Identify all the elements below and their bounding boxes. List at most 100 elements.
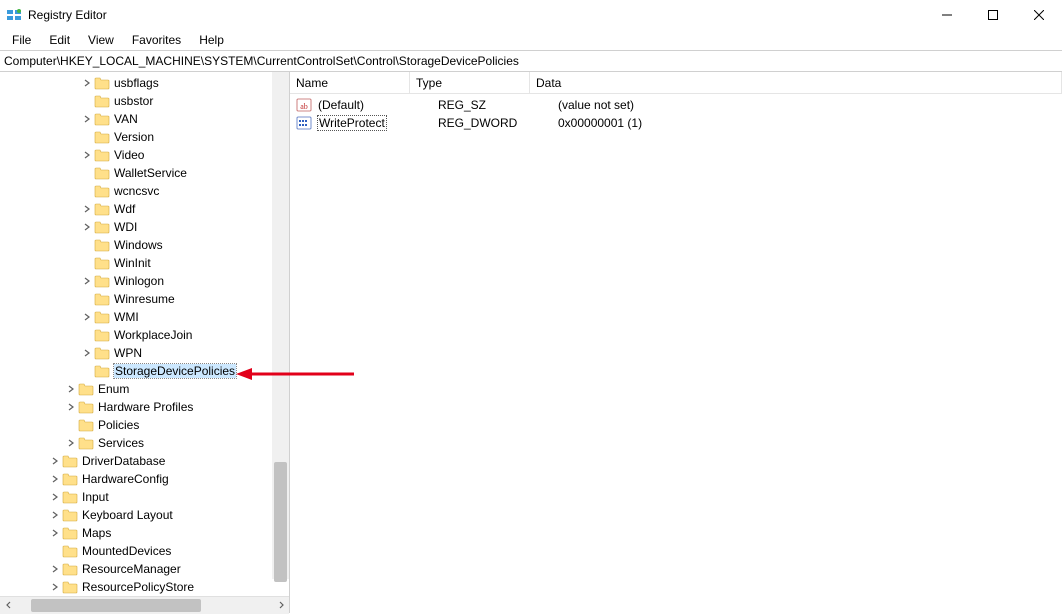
- chevron-right-icon[interactable]: [48, 457, 62, 465]
- chevron-right-icon[interactable]: [80, 223, 94, 231]
- tree-item-label: Enum: [98, 382, 129, 396]
- tree-item[interactable]: usbflags: [0, 74, 289, 92]
- value-row[interactable]: WriteProtectREG_DWORD0x00000001 (1): [290, 114, 1062, 132]
- tree-item[interactable]: ResourceManager: [0, 560, 289, 578]
- tree-item[interactable]: HardwareConfig: [0, 470, 289, 488]
- tree-item[interactable]: ResourcePolicyStore: [0, 578, 289, 596]
- tree-item[interactable]: WPN: [0, 344, 289, 362]
- menu-bar: File Edit View Favorites Help: [0, 30, 1062, 50]
- chevron-right-icon[interactable]: [80, 205, 94, 213]
- tree-item-label: usbstor: [114, 94, 153, 108]
- chevron-right-icon[interactable]: [64, 403, 78, 411]
- chevron-right-icon[interactable]: [48, 511, 62, 519]
- string-value-icon: ab: [296, 97, 312, 113]
- value-row[interactable]: ab (Default) REG_SZ(value not set): [290, 96, 1062, 114]
- scroll-right-button[interactable]: [272, 597, 289, 614]
- tree-item[interactable]: VAN: [0, 110, 289, 128]
- chevron-right-icon[interactable]: [64, 439, 78, 447]
- tree-item-label: DriverDatabase: [82, 454, 165, 468]
- svg-text:ab: ab: [300, 102, 308, 111]
- value-type: REG_SZ: [432, 98, 552, 112]
- chevron-right-icon[interactable]: [48, 583, 62, 591]
- column-header-type[interactable]: Type: [410, 72, 530, 93]
- scroll-left-button[interactable]: [0, 597, 17, 614]
- tree-item-label: Version: [114, 130, 154, 144]
- tree-item[interactable]: Winlogon: [0, 272, 289, 290]
- tree-item-label: Wdf: [114, 202, 135, 216]
- tree-item-label: WDI: [114, 220, 137, 234]
- chevron-right-icon[interactable]: [80, 277, 94, 285]
- regedit-icon: [6, 7, 22, 23]
- chevron-right-icon[interactable]: [64, 385, 78, 393]
- chevron-right-icon[interactable]: [48, 529, 62, 537]
- tree-item[interactable]: StorageDevicePolicies: [0, 362, 289, 380]
- tree-item[interactable]: WMI: [0, 308, 289, 326]
- menu-help[interactable]: Help: [191, 31, 232, 49]
- column-header-data[interactable]: Data: [530, 72, 1062, 93]
- tree-item[interactable]: WinInit: [0, 254, 289, 272]
- column-header-name[interactable]: Name: [290, 72, 410, 93]
- chevron-right-icon[interactable]: [48, 565, 62, 573]
- maximize-button[interactable]: [970, 0, 1016, 30]
- tree-item[interactable]: WorkplaceJoin: [0, 326, 289, 344]
- binary-value-icon: [296, 115, 312, 131]
- chevron-right-icon[interactable]: [80, 115, 94, 123]
- chevron-right-icon[interactable]: [80, 151, 94, 159]
- tree-item[interactable]: Video: [0, 146, 289, 164]
- menu-file[interactable]: File: [4, 31, 39, 49]
- value-name: (Default): [318, 98, 364, 112]
- scrollbar-thumb[interactable]: [31, 599, 201, 612]
- tree-item[interactable]: WDI: [0, 218, 289, 236]
- tree-item-label: Windows: [114, 238, 163, 252]
- tree-item[interactable]: Services: [0, 434, 289, 452]
- tree-item[interactable]: Hardware Profiles: [0, 398, 289, 416]
- tree-panel: usbflags usbstor VAN Version VideoWalletServ…: [0, 72, 290, 613]
- values-header: Name Type Data: [290, 72, 1062, 94]
- address-path: Computer\HKEY_LOCAL_MACHINE\SYSTEM\Curre…: [4, 54, 519, 68]
- chevron-right-icon[interactable]: [80, 79, 94, 87]
- tree-item-label: VAN: [114, 112, 138, 126]
- tree-item-label: Keyboard Layout: [82, 508, 173, 522]
- window-controls: [924, 0, 1062, 30]
- tree-item[interactable]: Input: [0, 488, 289, 506]
- scrollbar-thumb[interactable]: [274, 462, 287, 582]
- value-data: (value not set): [552, 98, 1062, 112]
- tree-item[interactable]: Keyboard Layout: [0, 506, 289, 524]
- minimize-button[interactable]: [924, 0, 970, 30]
- chevron-right-icon[interactable]: [48, 493, 62, 501]
- value-type: REG_DWORD: [432, 116, 552, 130]
- tree-item[interactable]: MountedDevices: [0, 542, 289, 560]
- tree-item[interactable]: Wdf: [0, 200, 289, 218]
- tree-item[interactable]: wcncsvc: [0, 182, 289, 200]
- menu-favorites[interactable]: Favorites: [124, 31, 189, 49]
- values-list[interactable]: ab (Default) REG_SZ(value not set) WritePro…: [290, 94, 1062, 132]
- tree-item-label: wcncsvc: [114, 184, 159, 198]
- tree-item[interactable]: Winresume: [0, 290, 289, 308]
- tree-item-label: Hardware Profiles: [98, 400, 193, 414]
- chevron-right-icon[interactable]: [48, 475, 62, 483]
- address-bar[interactable]: Computer\HKEY_LOCAL_MACHINE\SYSTEM\Curre…: [0, 50, 1062, 72]
- tree-item-label: ResourceManager: [82, 562, 181, 576]
- tree-item[interactable]: Windows: [0, 236, 289, 254]
- menu-edit[interactable]: Edit: [41, 31, 78, 49]
- tree-item-label: Policies: [98, 418, 139, 432]
- close-button[interactable]: [1016, 0, 1062, 30]
- tree-item[interactable]: Enum: [0, 380, 289, 398]
- tree-item-label: WorkplaceJoin: [114, 328, 192, 342]
- registry-tree[interactable]: usbflags usbstor VAN Version VideoWalletServ…: [0, 72, 289, 596]
- chevron-right-icon[interactable]: [80, 349, 94, 357]
- tree-item-label: ResourcePolicyStore: [82, 580, 194, 594]
- tree-vertical-scrollbar[interactable]: [272, 72, 289, 579]
- tree-item[interactable]: Maps: [0, 524, 289, 542]
- menu-view[interactable]: View: [80, 31, 122, 49]
- tree-horizontal-scrollbar[interactable]: [0, 596, 289, 613]
- tree-item[interactable]: usbstor: [0, 92, 289, 110]
- tree-item[interactable]: Version: [0, 128, 289, 146]
- chevron-right-icon[interactable]: [80, 313, 94, 321]
- value-name: WriteProtect: [318, 116, 386, 130]
- tree-item[interactable]: DriverDatabase: [0, 452, 289, 470]
- title-bar: Registry Editor: [0, 0, 1062, 30]
- tree-item[interactable]: WalletService: [0, 164, 289, 182]
- tree-item[interactable]: Policies: [0, 416, 289, 434]
- value-name-cell: WriteProtect: [312, 116, 432, 130]
